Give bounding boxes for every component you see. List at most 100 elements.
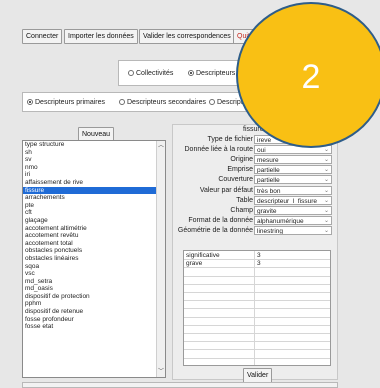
chevron-down-icon[interactable]: ⌄ <box>324 146 329 153</box>
grid-row-line <box>184 316 330 318</box>
radio-label: Collectivités <box>136 70 174 77</box>
list-item[interactable]: pphm <box>23 300 165 308</box>
status-strip <box>22 382 338 388</box>
list-item[interactable]: md_setra <box>23 278 165 286</box>
grid-row-line <box>184 300 330 302</box>
grid-cell-name[interactable]: grave <box>186 260 202 267</box>
radio-descripteurs[interactable]: Descripteurs <box>188 70 235 77</box>
list-item[interactable]: obstacles linéaires <box>23 255 165 263</box>
radio-primaires[interactable]: Descripteurs primaires <box>27 99 105 106</box>
list-item[interactable]: sh <box>23 149 165 157</box>
grid-row-line <box>184 324 330 326</box>
form-field-label: Valeur par défaut <box>199 186 253 194</box>
form-select[interactable]: descripteur_l_fissure ⌄ <box>254 195 332 205</box>
form-field-label: Origine <box>230 156 253 164</box>
form-field-value: descripteur_l_fissure <box>257 197 317 205</box>
list-item[interactable]: fosse etat <box>23 323 165 331</box>
form-select[interactable]: partielle ⌄ <box>254 165 332 175</box>
form-select[interactable]: alphanumérique ⌄ <box>254 215 332 225</box>
form-field-value: très bon <box>257 187 281 195</box>
validate-button[interactable]: Valider <box>243 368 273 383</box>
form-field-label: Type de fichier <box>207 136 253 143</box>
list-item[interactable]: vsc <box>23 270 165 278</box>
form-select[interactable]: mesure ⌄ <box>254 155 332 165</box>
descriptor-list-rows: type structure sh sv nmo iri affaissement de … <box>23 141 165 331</box>
form-field-label: Emprise <box>227 166 253 174</box>
list-item[interactable]: type structure <box>23 141 165 149</box>
form-field-label: Champ <box>230 206 253 214</box>
radio-circle[interactable] <box>128 70 134 76</box>
grid-row-line <box>184 308 330 310</box>
form-field-value: partielle <box>257 177 280 185</box>
form-field-label: Donnée liée à la route <box>184 146 254 154</box>
grid-cell-value[interactable]: 3 <box>257 252 261 259</box>
chevron-down-icon[interactable]: ⌄ <box>324 156 329 163</box>
radio-collectivites[interactable]: Collectivités <box>128 70 173 77</box>
form-select[interactable]: gravite ⌄ <box>254 205 332 215</box>
form-select[interactable]: partielle ⌄ <box>254 175 332 185</box>
list-item[interactable]: accotement altimétrie <box>23 225 165 233</box>
grid-row-line <box>184 267 330 269</box>
form-field-value: mesure <box>257 157 279 165</box>
radio-label: Descripteurs primaires <box>35 99 106 106</box>
form-field-label: Format de la donnée <box>188 216 253 224</box>
list-item[interactable]: sqoa <box>23 263 165 271</box>
grid-cell-value[interactable]: 3 <box>257 260 261 267</box>
list-scrollbar[interactable]: ︿ ﹀ <box>156 141 165 377</box>
chevron-down-icon[interactable]: ⌄ <box>324 176 329 183</box>
step-badge: 2 <box>236 2 380 148</box>
grid-row-line <box>184 283 330 285</box>
radio-circle[interactable] <box>119 99 125 105</box>
radio-label: Descripteurs <box>196 70 236 77</box>
list-item[interactable]: cft <box>23 209 165 217</box>
validate-correspondences-button[interactable]: Valider les correspondences <box>139 29 235 44</box>
list-item[interactable]: fissure <box>23 186 165 195</box>
descriptor-type-radio-group: Descripteurs primaires Descripteurs seco… <box>22 92 272 112</box>
values-grid[interactable]: significative 3 grave 3 <box>183 250 331 366</box>
list-item[interactable]: dispositif de protection <box>23 293 165 301</box>
grid-divider <box>254 251 255 365</box>
list-item[interactable]: dispositif de retenue <box>23 308 165 316</box>
radio-circle[interactable] <box>27 99 33 105</box>
radio-secondaires[interactable]: Descripteurs secondaires <box>119 99 206 106</box>
list-item[interactable]: iri <box>23 171 165 179</box>
list-item[interactable]: md_oasis <box>23 285 165 293</box>
grid-row-line <box>184 292 330 293</box>
form-field-label: Géométrie de la donnée <box>177 226 253 234</box>
form-select[interactable]: très bon ⌄ <box>254 185 332 195</box>
chevron-down-icon[interactable]: ⌄ <box>324 217 329 224</box>
radio-label: Descripteurs secondaires <box>127 99 206 106</box>
form-field-value: ireve <box>257 137 272 144</box>
list-item[interactable]: sv <box>23 156 165 164</box>
descriptor-list[interactable]: type structure sh sv nmo iri affaissement de … <box>22 140 166 378</box>
form-select[interactable]: linestring ⌄ <box>254 225 332 235</box>
form-field-label: Couverture <box>218 176 253 184</box>
form-field-value: oui <box>257 147 266 155</box>
list-item[interactable]: fosse profondeur <box>23 316 165 324</box>
list-item[interactable]: affaissement de rive <box>23 179 165 187</box>
form-field-value: alphanumérique <box>257 217 304 225</box>
radio-circle[interactable] <box>188 70 194 76</box>
import-data-button[interactable]: Importer les données <box>64 29 138 44</box>
connect-button[interactable]: Connecter <box>22 29 63 44</box>
chevron-down-icon[interactable]: ⌄ <box>324 166 329 173</box>
list-item[interactable]: glaçage <box>23 217 165 225</box>
scroll-up-icon[interactable]: ︿ <box>158 143 164 149</box>
list-item[interactable]: obstacles ponctuels <box>23 247 165 255</box>
grid-cell-name[interactable]: significative <box>186 252 220 259</box>
form-field-label: Table <box>236 196 253 204</box>
chevron-down-icon[interactable]: ⌄ <box>324 187 329 194</box>
list-item[interactable]: pte <box>23 202 165 210</box>
grid-row-line <box>184 333 330 334</box>
radio-circle[interactable] <box>209 99 215 105</box>
list-item[interactable]: accotement revêtu <box>23 232 165 240</box>
scroll-down-icon[interactable]: ﹀ <box>158 369 164 375</box>
list-item[interactable]: accotement total <box>23 240 165 248</box>
list-item[interactable]: nmo <box>23 164 165 172</box>
list-item[interactable]: arrachements <box>23 194 165 202</box>
chevron-down-icon[interactable]: ⌄ <box>324 227 329 234</box>
grid-row-line <box>184 275 330 277</box>
grid-row-line <box>184 357 330 359</box>
chevron-down-icon[interactable]: ⌄ <box>324 207 329 214</box>
chevron-down-icon[interactable]: ⌄ <box>324 197 329 204</box>
